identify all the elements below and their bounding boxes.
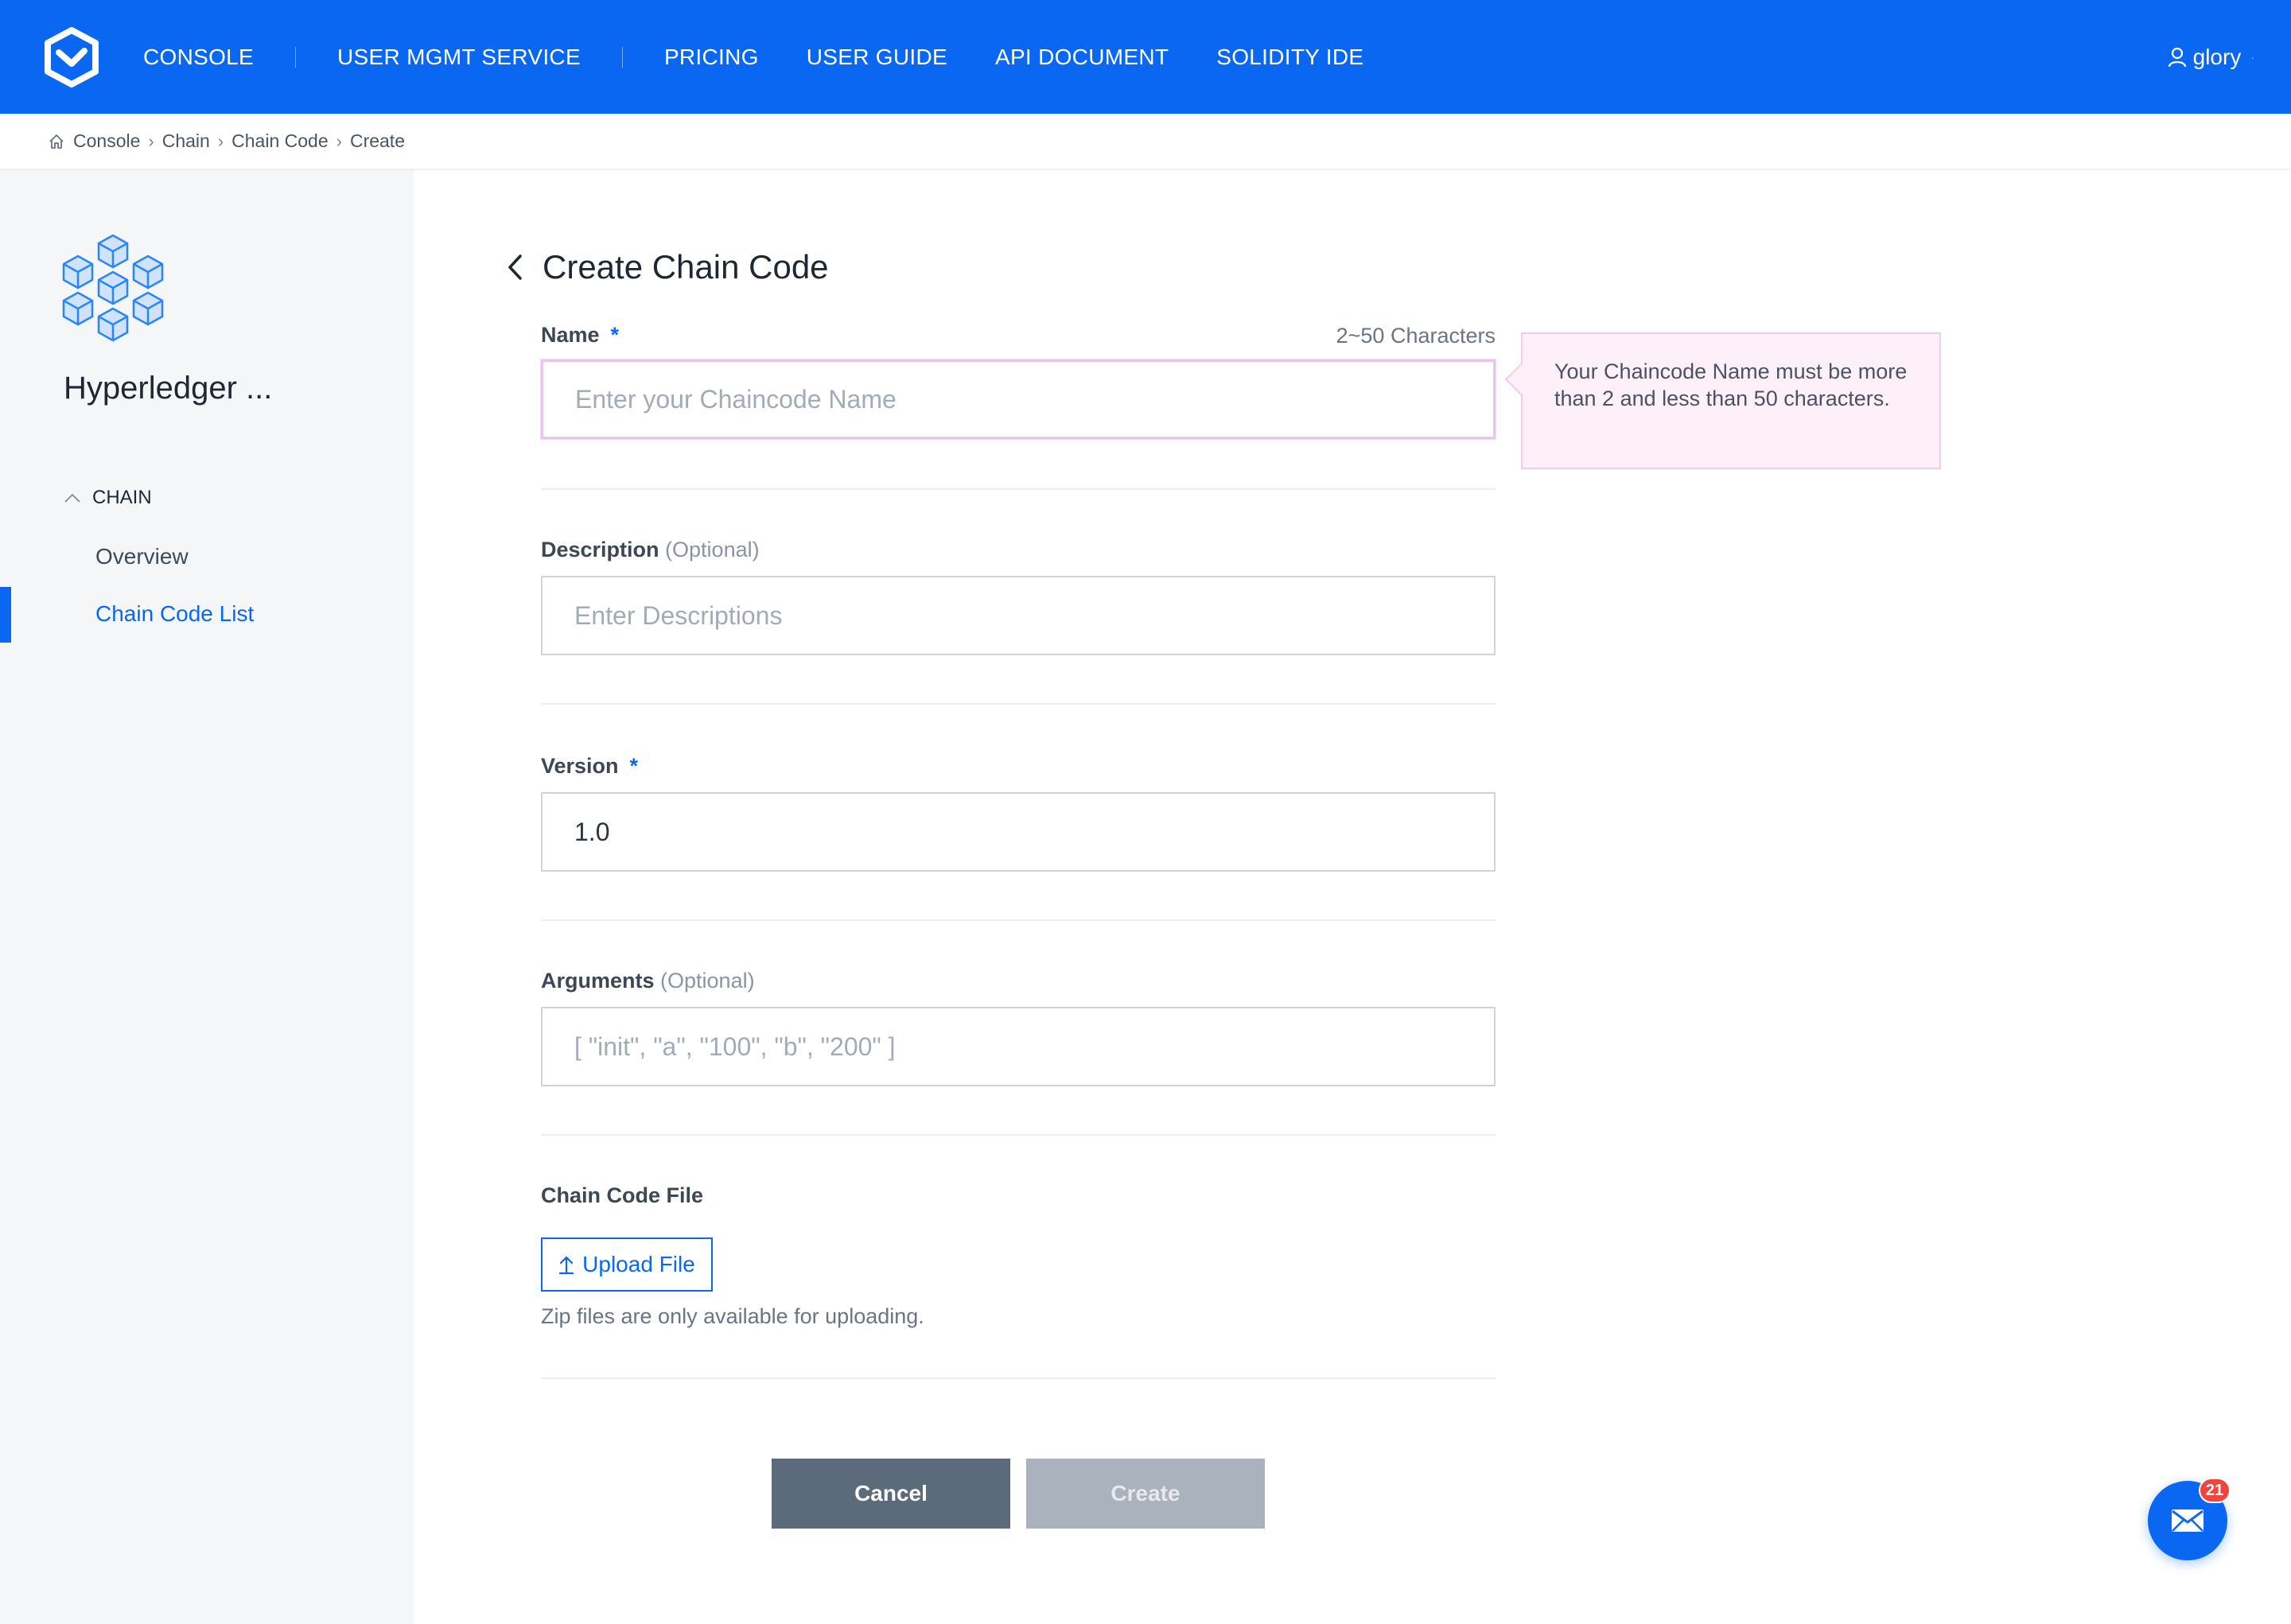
main-nav: CONSOLE USER MGMT SERVICE PRICING USER G… bbox=[143, 0, 1363, 114]
name-label: Name * bbox=[541, 323, 619, 348]
name-length-hint: 2~50 Characters bbox=[1336, 324, 1496, 348]
brand-logo-icon[interactable] bbox=[43, 27, 100, 87]
chaincode-name-input[interactable] bbox=[541, 359, 1496, 439]
breadcrumb-chain[interactable]: Chain bbox=[162, 130, 210, 152]
messages-badge: 21 bbox=[2199, 1478, 2231, 1503]
description-input[interactable] bbox=[541, 576, 1496, 655]
nav-solidity-ide[interactable]: SOLIDITY IDE bbox=[1216, 45, 1363, 70]
version-input[interactable] bbox=[541, 792, 1496, 872]
user-icon bbox=[2168, 47, 2186, 67]
divider bbox=[541, 919, 1496, 921]
name-error-tooltip: Your Chaincode Name must be more than 2 … bbox=[1521, 332, 1941, 469]
nav-divider bbox=[621, 46, 623, 68]
nav-divider bbox=[295, 46, 297, 68]
hyperledger-cubes-icon bbox=[62, 234, 164, 342]
nav-api-document[interactable]: API DOCUMENT bbox=[995, 45, 1169, 70]
nav-user-guide[interactable]: USER GUIDE bbox=[807, 45, 947, 70]
version-label-text: Version bbox=[541, 754, 619, 778]
upload-file-button[interactable]: Upload File bbox=[541, 1237, 713, 1292]
optional-tag: (Optional) bbox=[660, 969, 755, 993]
chain-code-file-label: Chain Code File bbox=[541, 1183, 704, 1207]
description-label: Description (Optional) bbox=[541, 538, 760, 562]
arguments-input[interactable] bbox=[541, 1007, 1496, 1086]
chevron-right-icon: › bbox=[336, 130, 342, 151]
description-label-text: Description bbox=[541, 538, 659, 561]
divider bbox=[541, 1134, 1496, 1136]
breadcrumb: Console › Chain › Chain Code › Create bbox=[0, 114, 2291, 170]
divider bbox=[541, 1377, 1496, 1379]
nav-user-mgmt-service[interactable]: USER MGMT SERVICE bbox=[337, 45, 581, 70]
version-label: Version * bbox=[541, 754, 638, 779]
divider bbox=[541, 488, 1496, 490]
required-mark: * bbox=[629, 754, 639, 778]
optional-tag: (Optional) bbox=[665, 538, 760, 561]
user-name: glory bbox=[2192, 44, 2242, 69]
upload-file-label: Upload File bbox=[582, 1252, 695, 1276]
page-header: Create Chain Code bbox=[506, 248, 829, 286]
divider bbox=[541, 703, 1496, 705]
chevron-right-icon: › bbox=[148, 130, 154, 151]
chevron-right-icon: › bbox=[217, 130, 224, 151]
sidebar-group-label: CHAIN bbox=[92, 487, 152, 508]
breadcrumb-create: Create bbox=[349, 130, 405, 151]
back-arrow-icon[interactable] bbox=[506, 253, 523, 282]
home-icon[interactable] bbox=[48, 133, 65, 150]
upload-note: Zip files are only available for uploadi… bbox=[541, 1304, 924, 1328]
upload-arrow-icon bbox=[559, 1256, 574, 1275]
chevron-up-icon bbox=[64, 493, 80, 503]
top-navigation-bar: CONSOLE USER MGMT SERVICE PRICING USER G… bbox=[0, 0, 2291, 114]
sidebar-title: Hyperledger ... bbox=[64, 371, 273, 406]
breadcrumb-console[interactable]: Console bbox=[73, 130, 140, 152]
breadcrumb-chain-code[interactable]: Chain Code bbox=[231, 130, 328, 152]
arguments-label: Arguments (Optional) bbox=[541, 969, 755, 993]
page-title: Create Chain Code bbox=[543, 248, 829, 286]
sidebar-group-chain[interactable]: CHAIN bbox=[64, 487, 152, 509]
cancel-button[interactable]: Cancel bbox=[772, 1459, 1010, 1529]
name-label-text: Name bbox=[541, 323, 600, 347]
sidebar-item-overview[interactable]: Overview bbox=[95, 544, 189, 569]
sidebar: Hyperledger ... CHAIN Overview Chain Cod… bbox=[0, 170, 414, 1624]
user-menu-dot-icon: · bbox=[2250, 50, 2254, 64]
arguments-label-text: Arguments bbox=[541, 969, 655, 993]
nav-pricing[interactable]: PRICING bbox=[664, 45, 759, 70]
required-mark: * bbox=[610, 323, 620, 347]
user-menu[interactable]: glory · bbox=[2168, 0, 2254, 114]
create-button[interactable]: Create bbox=[1026, 1459, 1265, 1529]
nav-console[interactable]: CONSOLE bbox=[143, 45, 254, 70]
mail-icon bbox=[2172, 1509, 2203, 1532]
sidebar-item-chain-code-list[interactable]: Chain Code List bbox=[95, 601, 254, 627]
sidebar-active-indicator bbox=[0, 587, 11, 643]
